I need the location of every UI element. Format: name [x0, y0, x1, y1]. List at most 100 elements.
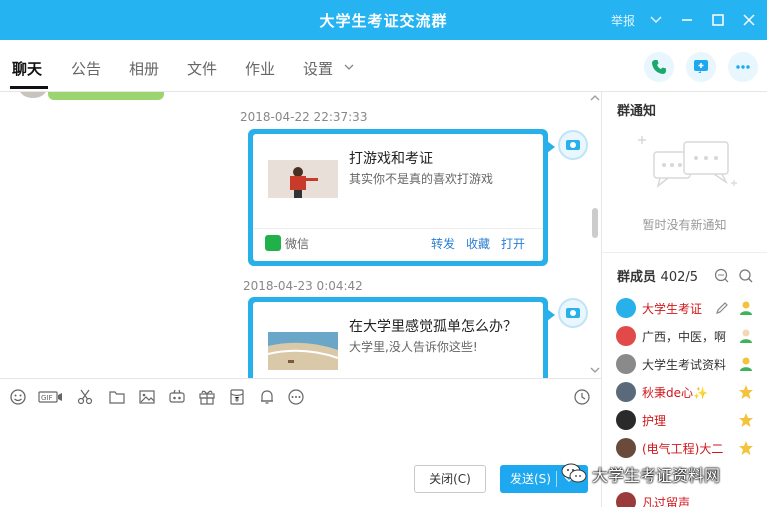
- gift-icon[interactable]: [198, 388, 216, 406]
- notice-title: 群通知: [617, 104, 657, 119]
- tab-settings[interactable]: 设置: [303, 58, 333, 79]
- bubble-tail: [547, 309, 555, 321]
- wechat-icon: [265, 235, 281, 251]
- phone-icon: [652, 60, 666, 74]
- tab-announcement[interactable]: 公告: [71, 58, 101, 79]
- scrollbar-thumb[interactable]: [592, 208, 598, 238]
- message-bubble[interactable]: [48, 92, 164, 100]
- avatar[interactable]: [616, 382, 636, 402]
- scissors-icon[interactable]: [76, 388, 94, 406]
- star-icon: [739, 413, 753, 427]
- more-button[interactable]: [728, 52, 758, 82]
- star-icon: [739, 441, 753, 455]
- avatar[interactable]: [616, 298, 636, 318]
- article-title: 在大学里感觉孤单怎么办？: [349, 319, 517, 335]
- avatar[interactable]: [558, 130, 588, 160]
- scroll-up-icon[interactable]: [590, 94, 600, 102]
- article-title: 打游戏和考证: [349, 151, 433, 167]
- svg-text:GIF: GIF: [41, 394, 53, 402]
- send-label: 发送(S): [510, 472, 551, 486]
- member-row[interactable]: 大学生考试资料: [616, 352, 766, 376]
- folder-icon[interactable]: [108, 388, 126, 406]
- forward-button[interactable]: 转发: [431, 235, 455, 252]
- shared-article-card[interactable]: 打游戏和考证 其实你不是真的喜欢打游戏 微信 转发 收藏 打开: [248, 129, 555, 266]
- avatar[interactable]: [616, 326, 636, 346]
- tab-files[interactable]: 文件: [187, 58, 217, 79]
- watermark-text: 大学生考证资料网: [592, 466, 721, 485]
- edit-icon[interactable]: [714, 300, 730, 316]
- avatar[interactable]: [19, 92, 47, 98]
- tab-chat[interactable]: 聊天: [12, 58, 42, 79]
- send-divider: [556, 471, 557, 487]
- member-row[interactable]: 秋秉de心✨: [616, 380, 766, 404]
- source-label: 微信: [285, 237, 310, 251]
- open-button[interactable]: 打开: [501, 235, 525, 252]
- member-row[interactable]: 广西，中医，啊: [616, 324, 766, 348]
- wechat-logo-icon: [561, 463, 587, 483]
- close-button[interactable]: 关闭(C): [414, 465, 486, 493]
- avatar[interactable]: [616, 410, 636, 430]
- member-row[interactable]: 护理: [616, 408, 766, 432]
- add-post-button[interactable]: [686, 52, 716, 82]
- member-name: 凡过留声: [642, 496, 691, 507]
- tab-album[interactable]: 相册: [129, 58, 159, 79]
- red-packet-icon[interactable]: [228, 388, 246, 406]
- more-icon[interactable]: [287, 388, 305, 406]
- admin-badge-icon: [740, 357, 752, 371]
- watermark: 大学生考证资料网: [560, 458, 760, 488]
- article-description: 大学里,没人告诉你这些!: [349, 340, 478, 354]
- message-input[interactable]: [0, 414, 601, 464]
- member-row[interactable]: 大学生考证: [616, 296, 766, 320]
- minimize-icon[interactable]: [678, 11, 696, 29]
- emoji-icon[interactable]: [9, 388, 27, 406]
- close-icon[interactable]: [740, 11, 758, 29]
- avatar[interactable]: [558, 298, 588, 328]
- avatar[interactable]: [616, 492, 636, 507]
- card-footer: 微信 转发 收藏 打开: [253, 228, 543, 256]
- image-icon[interactable]: [138, 388, 156, 406]
- gif-icon[interactable]: GIF: [38, 388, 64, 406]
- members-title: 群成员 402/5: [617, 270, 699, 285]
- history-clock-icon[interactable]: [573, 388, 591, 406]
- bell-icon[interactable]: [258, 388, 276, 406]
- member-name: 护理: [642, 414, 667, 428]
- star-icon: [739, 385, 753, 399]
- input-toolbar: GIF: [0, 378, 601, 414]
- chat-area[interactable]: 2018-04-22 22:37:33 打游戏和考证 其实你不是真的喜欢打游戏 …: [0, 92, 601, 378]
- message-timestamp: 2018-04-22 22:37:33: [240, 110, 368, 124]
- favorite-button[interactable]: 收藏: [466, 235, 490, 252]
- call-button[interactable]: [644, 52, 674, 82]
- chevron-down-icon[interactable]: [647, 11, 665, 29]
- empty-notice-illustration-icon: [638, 136, 737, 188]
- member-name: 秋秉de心✨: [642, 386, 708, 400]
- shared-article-card[interactable]: 在大学里感觉孤单怎么办？ 大学里,没人告诉你这些!: [248, 297, 555, 378]
- title-bar: 大学生考证交流群 举报: [0, 0, 767, 40]
- message-timestamp: 2018-04-23 0:04:42: [243, 279, 363, 293]
- plus-message-icon: [694, 60, 708, 73]
- group-logo-icon: [566, 140, 580, 150]
- notice-empty-text: 暂时没有新通知: [642, 218, 727, 232]
- scroll-down-icon[interactable]: [590, 366, 600, 374]
- search-icon[interactable]: [738, 268, 754, 284]
- member-name: 大学生考试资料: [642, 358, 727, 372]
- maximize-icon[interactable]: [709, 11, 727, 29]
- side-panel: 群通知 暂时没有新通知 群成员 402/5 大学生考证 广西，中医，啊 大学生考…: [601, 92, 767, 507]
- admin-badge-icon: [740, 329, 752, 343]
- divider: [602, 252, 767, 253]
- report-button[interactable]: 举报: [611, 12, 635, 29]
- member-filter-icon[interactable]: [714, 268, 730, 284]
- tab-homework[interactable]: 作业: [245, 58, 275, 79]
- bubble-tail: [547, 141, 555, 153]
- member-row[interactable]: (电气工程)大二: [616, 436, 766, 460]
- avatar[interactable]: [616, 354, 636, 374]
- article-description: 其实你不是真的喜欢打游戏: [349, 172, 494, 186]
- article-thumbnail: [268, 160, 338, 198]
- settings-chevron-icon[interactable]: [344, 64, 354, 72]
- video-call-icon[interactable]: [168, 388, 186, 406]
- tab-bar: 聊天 公告 相册 文件 作业 设置: [0, 40, 767, 92]
- member-name: 广西，中医，啊: [642, 330, 727, 344]
- owner-badge-icon: [740, 301, 752, 315]
- member-count: 402/5: [660, 270, 699, 285]
- member-row[interactable]: 凡过留声: [616, 490, 766, 507]
- avatar[interactable]: [616, 438, 636, 458]
